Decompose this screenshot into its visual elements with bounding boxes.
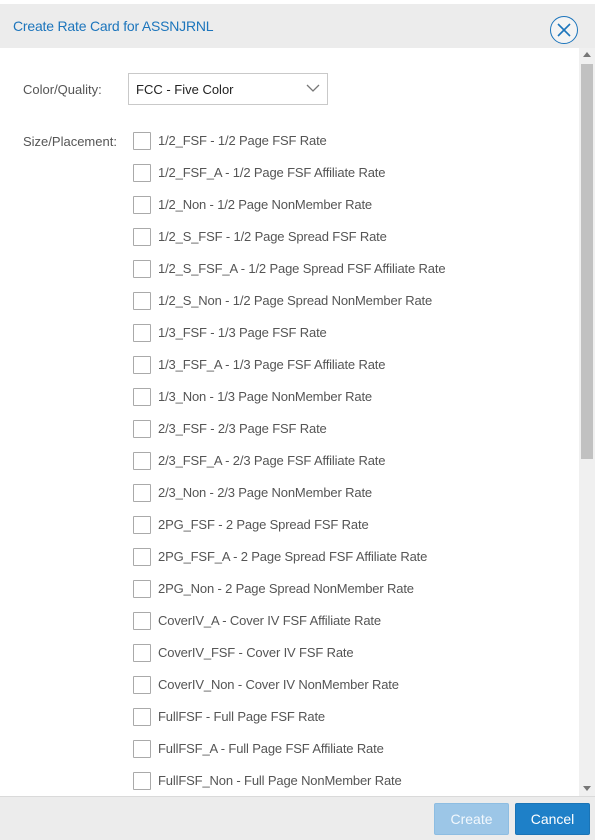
size-option-label: 1/2_S_FSF - 1/2 Page Spread FSF Rate [158,229,387,244]
size-option-item[interactable]: 2PG_Non - 2 Page Spread NonMember Rate [133,580,553,600]
size-option-label: 1/3_Non - 1/3 Page NonMember Rate [158,389,373,404]
size-option-label: CoverIV_Non - Cover IV NonMember Rate [158,677,399,692]
size-option-label: 2PG_FSF - 2 Page Spread FSF Rate [158,517,369,532]
size-option-checkbox[interactable] [133,740,151,758]
size-option-item[interactable]: 1/2_FSF_A - 1/2 Page FSF Affiliate Rate [133,164,553,184]
size-option-checkbox[interactable] [133,772,151,790]
size-option-item[interactable]: 2/3_Non - 2/3 Page NonMember Rate [133,484,553,504]
size-option-checkbox[interactable] [133,612,151,630]
scroll-up-arrow-icon[interactable] [583,52,591,57]
size-option-item[interactable]: 1/2_S_Non - 1/2 Page Spread NonMember Ra… [133,292,553,312]
size-option-checkbox[interactable] [133,132,151,150]
size-option-checkbox[interactable] [133,676,151,694]
size-option-item[interactable]: FullFSF_A - Full Page FSF Affiliate Rate [133,740,553,760]
size-option-checkbox[interactable] [133,580,151,598]
scrollbar-thumb[interactable] [581,64,593,459]
size-option-checkbox[interactable] [133,708,151,726]
size-option-item[interactable]: 1/2_S_FSF - 1/2 Page Spread FSF Rate [133,228,553,248]
size-option-item[interactable]: 1/3_FSF_A - 1/3 Page FSF Affiliate Rate [133,356,553,376]
size-option-label: 1/2_S_FSF_A - 1/2 Page Spread FSF Affili… [158,261,446,276]
size-option-item[interactable]: FullFSF - Full Page FSF Rate [133,708,553,728]
size-option-item[interactable]: CoverIV_Non - Cover IV NonMember Rate [133,676,553,696]
size-option-item[interactable]: 1/2_Non - 1/2 Page NonMember Rate [133,196,553,216]
size-option-item[interactable]: FullFSF_Non - Full Page NonMember Rate [133,772,553,792]
size-option-checkbox[interactable] [133,196,151,214]
size-option-item[interactable]: 1/2_S_FSF_A - 1/2 Page Spread FSF Affili… [133,260,553,280]
size-option-checkbox[interactable] [133,516,151,534]
size-option-label: 2/3_Non - 2/3 Page NonMember Rate [158,485,373,500]
dialog-header: Create Rate Card for ASSNJRNL [0,4,595,48]
close-icon [557,23,571,37]
size-option-label: 1/3_FSF_A - 1/3 Page FSF Affiliate Rate [158,357,386,372]
create-button[interactable]: Create [434,803,509,835]
create-rate-card-dialog: Create Rate Card for ASSNJRNL Color/Qual… [0,0,595,840]
size-option-label: CoverIV_FSF - Cover IV FSF Rate [158,645,354,660]
size-option-checkbox[interactable] [133,548,151,566]
size-option-checkbox[interactable] [133,260,151,278]
dialog-title: Create Rate Card for ASSNJRNL [13,18,214,34]
size-option-label: 1/3_FSF - 1/3 Page FSF Rate [158,325,327,340]
size-option-checkbox[interactable] [133,484,151,502]
close-button[interactable] [550,16,578,44]
size-option-label: FullFSF - Full Page FSF Rate [158,709,326,724]
size-option-label: 2/3_FSF_A - 2/3 Page FSF Affiliate Rate [158,453,386,468]
dialog-footer: Create Cancel [0,796,595,840]
size-option-label: 2PG_FSF_A - 2 Page Spread FSF Affiliate … [158,549,428,564]
size-option-item[interactable]: 2/3_FSF - 2/3 Page FSF Rate [133,420,553,440]
size-option-label: 1/2_S_Non - 1/2 Page Spread NonMember Ra… [158,293,433,308]
size-option-checkbox[interactable] [133,228,151,246]
size-option-checkbox[interactable] [133,644,151,662]
size-option-checkbox[interactable] [133,356,151,374]
scroll-down-arrow-icon[interactable] [583,786,591,791]
size-option-checkbox[interactable] [133,420,151,438]
size-option-item[interactable]: 2PG_FSF - 2 Page Spread FSF Rate [133,516,553,536]
color-quality-value: FCC - Five Color [136,82,234,97]
size-option-label: FullFSF_Non - Full Page NonMember Rate [158,773,402,788]
size-option-item[interactable]: CoverIV_A - Cover IV FSF Affiliate Rate [133,612,553,632]
size-option-item[interactable]: 2PG_FSF_A - 2 Page Spread FSF Affiliate … [133,548,553,568]
size-option-label: 1/2_FSF - 1/2 Page FSF Rate [158,133,327,148]
vertical-scrollbar[interactable] [579,48,595,796]
size-option-label: 2/3_FSF - 2/3 Page FSF Rate [158,421,327,436]
dialog-body: Color/Quality: FCC - Five Color Size/Pla… [0,48,595,796]
size-option-item[interactable]: 1/2_FSF - 1/2 Page FSF Rate [133,132,553,152]
size-option-item[interactable]: 1/3_Non - 1/3 Page NonMember Rate [133,388,553,408]
size-option-item[interactable]: CoverIV_FSF - Cover IV FSF Rate [133,644,553,664]
size-option-checkbox[interactable] [133,452,151,470]
size-option-label: 2PG_Non - 2 Page Spread NonMember Rate [158,581,414,596]
size-option-checkbox[interactable] [133,324,151,342]
size-option-checkbox[interactable] [133,292,151,310]
size-option-item[interactable]: 1/3_FSF - 1/3 Page FSF Rate [133,324,553,344]
chevron-down-icon [306,84,320,92]
size-option-label: FullFSF_A - Full Page FSF Affiliate Rate [158,741,384,756]
size-option-label: 1/2_FSF_A - 1/2 Page FSF Affiliate Rate [158,165,386,180]
size-option-checkbox[interactable] [133,388,151,406]
size-placement-label: Size/Placement: [23,134,117,149]
color-quality-label: Color/Quality: [23,82,102,97]
size-option-checkbox[interactable] [133,164,151,182]
size-option-label: 1/2_Non - 1/2 Page NonMember Rate [158,197,373,212]
color-quality-select[interactable]: FCC - Five Color [128,73,328,105]
size-option-label: CoverIV_A - Cover IV FSF Affiliate Rate [158,613,381,628]
size-option-item[interactable]: 2/3_FSF_A - 2/3 Page FSF Affiliate Rate [133,452,553,472]
cancel-button[interactable]: Cancel [515,803,590,835]
